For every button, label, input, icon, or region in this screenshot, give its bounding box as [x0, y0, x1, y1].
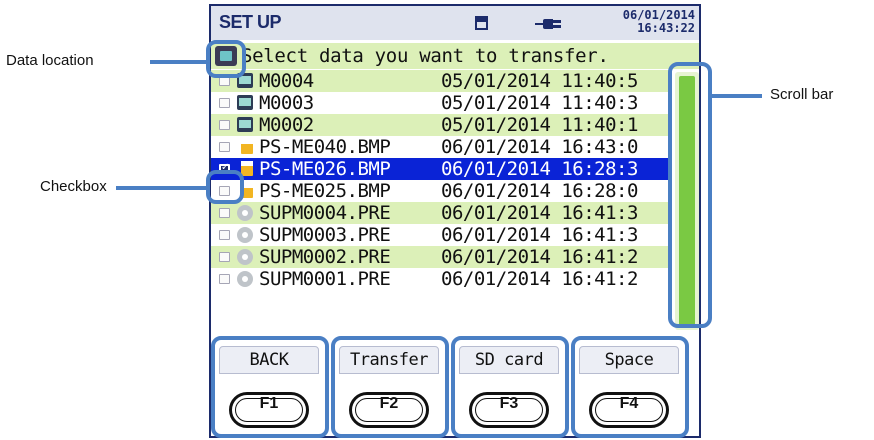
callout-checkbox-box — [206, 170, 244, 204]
callout-scroll-bar-line — [710, 94, 762, 98]
callout-checkbox-label: Checkbox — [40, 178, 107, 195]
time-text: 16:43:22 — [637, 21, 695, 35]
callout-data-location-label: Data location — [6, 52, 94, 69]
file-date: 05/01/2014 11:40:3 — [441, 92, 638, 114]
file-checkbox[interactable] — [219, 120, 230, 130]
datetime-display: 06/01/2014 16:43:22 — [623, 9, 695, 35]
file-row[interactable]: M0004 05/01/2014 11:40:5 — [211, 70, 671, 92]
measurement-file-icon — [237, 95, 253, 110]
file-checkbox[interactable] — [219, 274, 230, 284]
file-date: 05/01/2014 11:40:1 — [441, 114, 638, 136]
file-name: PS-ME025.BMP — [259, 180, 391, 202]
file-name: M0002 — [259, 114, 314, 136]
gear-settings-icon — [237, 249, 253, 265]
callout-f3-box — [451, 336, 569, 438]
file-row[interactable]: M0003 05/01/2014 11:40:3 — [211, 92, 671, 114]
file-date: 06/01/2014 16:41:2 — [441, 246, 638, 268]
file-name: M0004 — [259, 70, 314, 92]
gear-settings-icon — [237, 205, 253, 221]
file-name: SUPM0003.PRE — [259, 224, 391, 246]
transfer-header: Select data you want to transfer. — [211, 43, 699, 69]
callout-data-location-line — [150, 60, 208, 64]
bitmap-file-icon — [241, 139, 253, 154]
file-name: M0003 — [259, 92, 314, 114]
file-date: 05/01/2014 11:40:5 — [441, 70, 638, 92]
file-name: PS-ME040.BMP — [259, 136, 391, 158]
file-date: 06/01/2014 16:41:3 — [441, 202, 638, 224]
callout-checkbox-line — [116, 186, 208, 190]
file-row[interactable]: SUPM0002.PRE 06/01/2014 16:41:2 — [211, 246, 671, 268]
transfer-prompt: Select data you want to transfer. — [241, 45, 609, 67]
file-checkbox[interactable] — [219, 142, 230, 152]
gear-settings-icon — [237, 227, 253, 243]
file-row[interactable]: PS-ME040.BMP 06/01/2014 16:43:0 — [211, 136, 671, 158]
measurement-file-icon — [237, 117, 253, 132]
file-row[interactable]: SUPM0003.PRE 06/01/2014 16:41:3 — [211, 224, 671, 246]
file-row[interactable]: PS-ME025.BMP 06/01/2014 16:28:0 — [211, 180, 671, 202]
callout-f2-box — [331, 336, 449, 438]
file-row[interactable]: M0002 05/01/2014 11:40:1 — [211, 114, 671, 136]
file-date: 06/01/2014 16:41:2 — [441, 268, 638, 290]
callout-f4-box — [571, 336, 689, 438]
file-row[interactable]: SUPM0001.PRE 06/01/2014 16:41:2 — [211, 268, 671, 290]
file-row[interactable]: SUPM0004.PRE 06/01/2014 16:41:3 — [211, 202, 671, 224]
callout-scroll-bar-box — [668, 62, 712, 328]
callout-f1-box — [211, 336, 329, 438]
callout-data-location-box — [206, 40, 246, 78]
file-checkbox[interactable] — [219, 230, 230, 240]
file-list[interactable]: M0004 05/01/2014 11:40:5 M0003 05/01/2014 1… — [211, 70, 671, 290]
file-name: SUPM0001.PRE — [259, 268, 391, 290]
file-date: 06/01/2014 16:41:3 — [441, 224, 638, 246]
file-date: 06/01/2014 16:28:0 — [441, 180, 638, 202]
file-row[interactable]: PS-ME026.BMP 06/01/2014 16:28:3 — [211, 158, 671, 180]
power-plug-icon — [535, 19, 565, 29]
file-checkbox[interactable] — [219, 208, 230, 218]
callout-scroll-bar-label: Scroll bar — [770, 86, 834, 103]
file-name: SUPM0002.PRE — [259, 246, 391, 268]
file-date: 06/01/2014 16:28:3 — [441, 158, 638, 180]
file-name: SUPM0004.PRE — [259, 202, 391, 224]
bitmap-file-icon — [241, 161, 253, 176]
file-date: 06/01/2014 16:43:0 — [441, 136, 638, 158]
memory-card-icon — [475, 16, 488, 30]
file-name: PS-ME026.BMP — [259, 158, 391, 180]
status-bar: SET UP 06/01/2014 16:43:22 — [211, 6, 699, 40]
file-checkbox[interactable] — [219, 252, 230, 262]
screen-title: SET UP — [219, 12, 282, 32]
file-checkbox[interactable] — [219, 98, 230, 108]
gear-settings-icon — [237, 271, 253, 287]
